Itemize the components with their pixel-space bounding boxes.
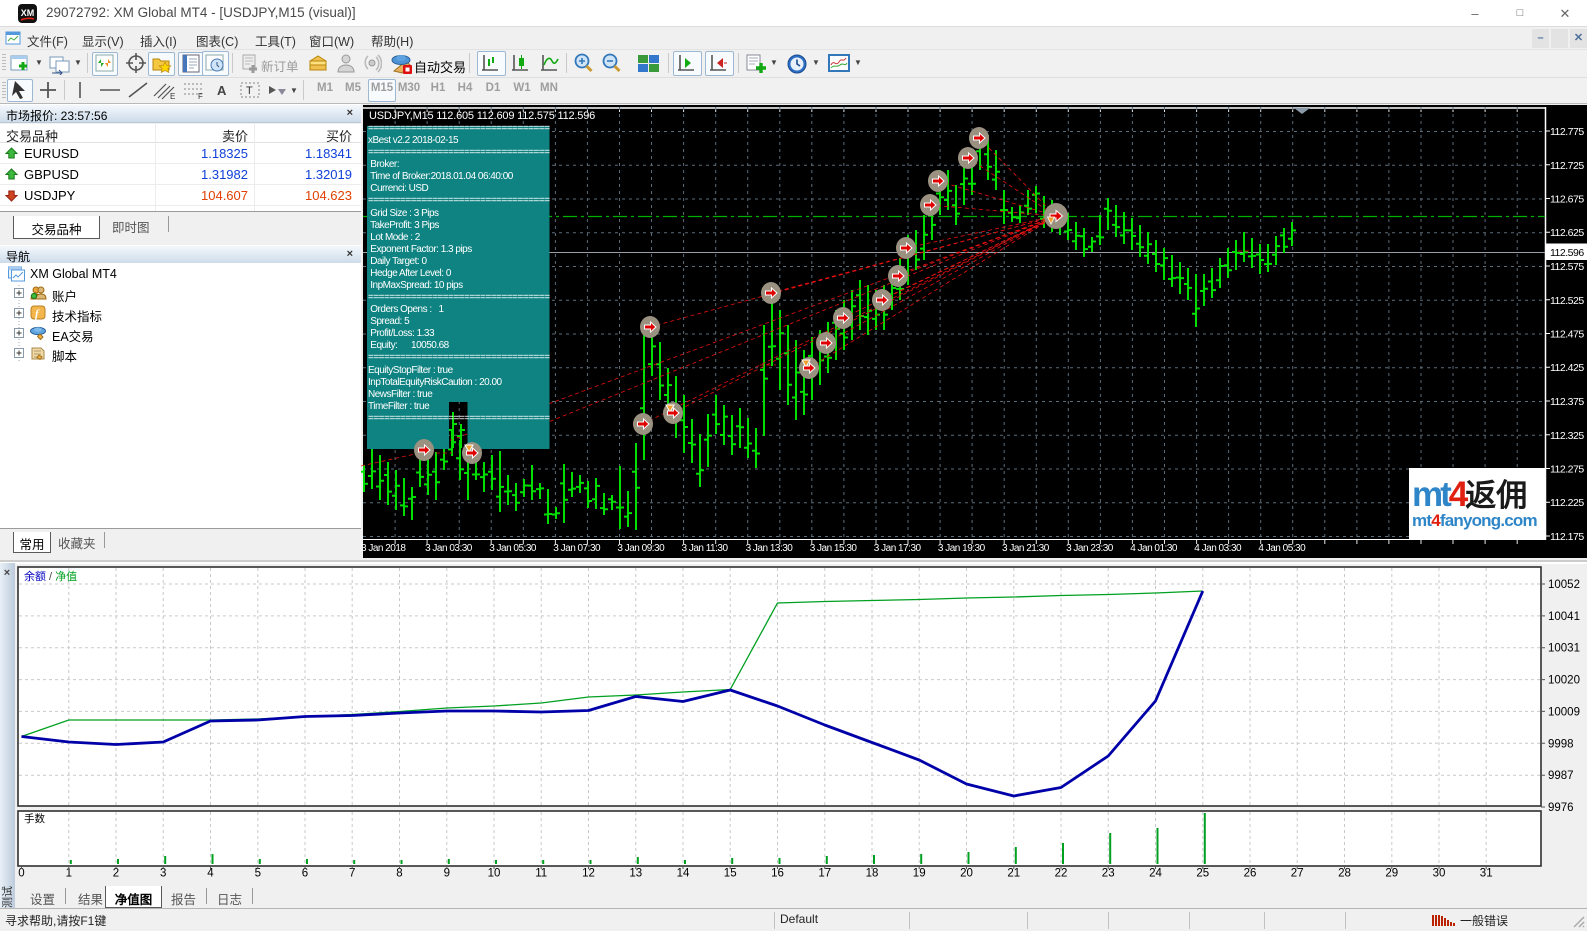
svg-text:5: 5 [255,868,261,880]
svg-text:17: 17 [818,868,831,880]
svg-text:30: 30 [1433,868,1446,880]
svg-text:12: 12 [582,868,595,880]
svg-text:26: 26 [1244,868,1257,880]
svg-text:3 Jan 13:30: 3 Jan 13:30 [746,543,794,554]
svg-text:10031: 10031 [1548,643,1580,655]
svg-text:112.475: 112.475 [1550,329,1584,341]
svg-text:4: 4 [207,868,214,880]
svg-text:112.575: 112.575 [1550,261,1584,273]
svg-text:22: 22 [1055,868,1068,880]
svg-text:3 Jan 21:30: 3 Jan 21:30 [1002,543,1050,554]
svg-text:3 Jan 23:30: 3 Jan 23:30 [1066,543,1114,554]
svg-text:29: 29 [1385,868,1398,880]
svg-text:10020: 10020 [1548,675,1580,687]
svg-text:112.425: 112.425 [1550,362,1584,374]
svg-text:10052: 10052 [1548,579,1580,591]
svg-text:F: F [198,92,203,100]
svg-text:27: 27 [1291,868,1304,880]
svg-text:112.725: 112.725 [1550,160,1584,172]
svg-text:112.596: 112.596 [1550,247,1584,259]
svg-text:0: 0 [18,868,24,880]
svg-text:3 Jan 19:30: 3 Jan 19:30 [938,543,986,554]
svg-text:18: 18 [866,868,879,880]
svg-text:3 Jan 17:30: 3 Jan 17:30 [874,543,922,554]
svg-text:余额 / 净值: 余额 / 净值 [24,569,77,583]
svg-text:11: 11 [535,868,547,880]
svg-text:4 Jan 03:30: 4 Jan 03:30 [1194,543,1242,554]
svg-text:9987: 9987 [1548,770,1574,782]
svg-text:3 Jan 2018: 3 Jan 2018 [361,543,406,554]
svg-text:9976: 9976 [1548,802,1574,814]
svg-text:112.775: 112.775 [1550,126,1584,138]
svg-text:112.525: 112.525 [1550,295,1584,307]
svg-text:3 Jan 05:30: 3 Jan 05:30 [489,543,537,554]
svg-text:测试: 测试 [1,886,14,908]
svg-text:1: 1 [66,868,72,880]
svg-text:9: 9 [444,868,450,880]
svg-text:3: 3 [160,868,166,880]
svg-text:8: 8 [396,868,402,880]
svg-text:112.175: 112.175 [1550,531,1584,543]
svg-text:3 Jan 11:30: 3 Jan 11:30 [682,543,729,554]
svg-text:3 Jan 09:30: 3 Jan 09:30 [617,543,665,554]
svg-text:E: E [170,92,175,100]
svg-text:31: 31 [1480,868,1493,880]
svg-text:7: 7 [349,868,355,880]
svg-text:112.675: 112.675 [1550,194,1584,206]
svg-text:USDJPY,M15 112.605 112.609 112: USDJPY,M15 112.605 112.609 112.575 112.5… [369,110,595,122]
svg-text:6: 6 [302,868,308,880]
svg-text:20: 20 [960,868,973,880]
svg-text:23: 23 [1102,868,1115,880]
svg-text:112.625: 112.625 [1550,227,1584,239]
svg-text:16: 16 [771,868,784,880]
svg-text:112.375: 112.375 [1550,396,1584,408]
svg-text:4 Jan 01:30: 4 Jan 01:30 [1130,543,1178,554]
svg-text:25: 25 [1196,868,1209,880]
svg-text:9998: 9998 [1548,738,1574,750]
svg-text:×: × [4,567,10,579]
svg-text:3 Jan 07:30: 3 Jan 07:30 [553,543,601,554]
svg-text:112.275: 112.275 [1550,464,1584,476]
svg-text:15: 15 [724,868,737,880]
svg-text:28: 28 [1338,868,1351,880]
svg-text:3 Jan 15:30: 3 Jan 15:30 [810,543,858,554]
svg-text:14: 14 [677,868,690,880]
svg-text:10: 10 [488,868,501,880]
svg-text:4 Jan 05:30: 4 Jan 05:30 [1258,543,1306,554]
svg-text:112.225: 112.225 [1550,497,1584,509]
svg-text:10009: 10009 [1548,706,1580,718]
svg-text:T: T [246,85,253,97]
svg-text:10041: 10041 [1548,611,1580,623]
svg-text:21: 21 [1007,868,1020,880]
svg-text:19: 19 [913,868,926,880]
svg-text:手数: 手数 [24,812,45,825]
svg-text:112.325: 112.325 [1550,430,1584,442]
svg-text:13: 13 [629,868,642,880]
svg-text:2: 2 [113,868,119,880]
svg-text:3 Jan 03:30: 3 Jan 03:30 [425,543,473,554]
svg-text:24: 24 [1149,868,1162,880]
